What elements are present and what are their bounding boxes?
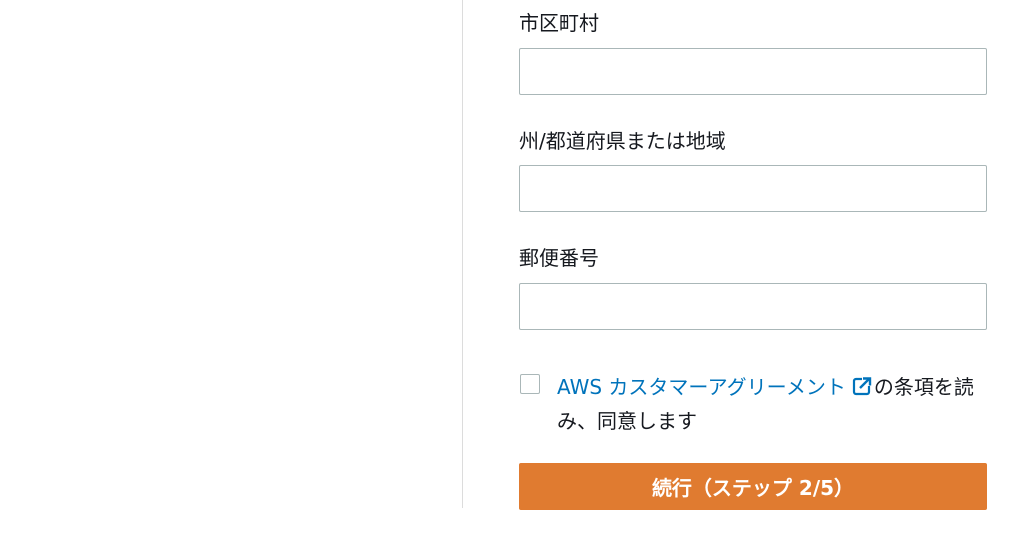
customer-agreement-link-label: AWS カスタマーアグリーメント <box>557 375 846 399</box>
column-divider <box>462 0 463 508</box>
city-input[interactable] <box>519 48 987 95</box>
state-input[interactable] <box>519 165 987 212</box>
signup-page: 市区町村 州/都道府県または地域 郵便番号 AWS カスタマーアグリーメント の… <box>0 0 1024 534</box>
agreement-checkbox[interactable] <box>520 374 540 394</box>
postal-code-input[interactable] <box>519 283 987 330</box>
customer-agreement-link[interactable]: AWS カスタマーアグリーメント <box>557 375 874 399</box>
agreement-text: AWS カスタマーアグリーメント の条項を読み、同意します <box>557 371 989 437</box>
postal-code-label: 郵便番号 <box>519 246 599 270</box>
state-label: 州/都道府県または地域 <box>519 129 726 153</box>
continue-button[interactable]: 続行（ステップ 2/5） <box>519 463 987 510</box>
city-label: 市区町村 <box>519 11 599 35</box>
external-link-icon <box>852 373 872 405</box>
